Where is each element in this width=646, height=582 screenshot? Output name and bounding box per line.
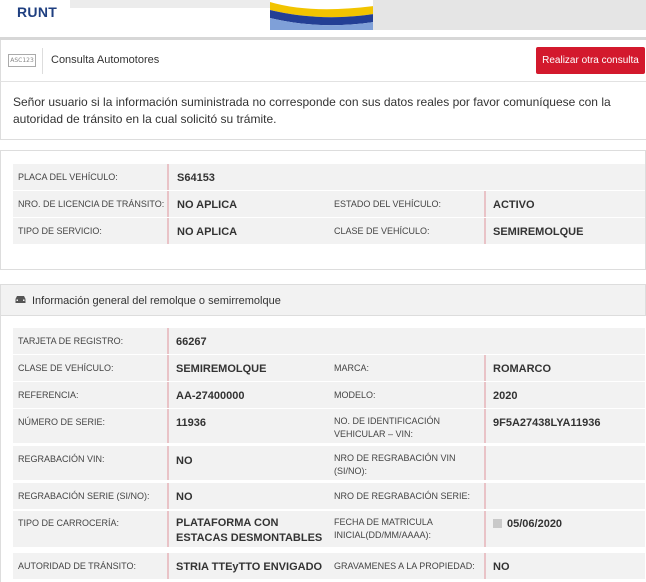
banner-gray-area	[373, 0, 646, 30]
remolque-section-header[interactable]: Información general del remolque o semir…	[0, 284, 646, 316]
row-serie-vin: NÚMERO DE SERIE: 11936 NO. DE IDENTIFICA…	[13, 409, 645, 443]
value-divider	[484, 355, 486, 381]
licencia-value: NO APLICA	[177, 199, 238, 211]
vin-value: 9F5A27438LYA11936	[493, 417, 601, 429]
value-divider	[167, 164, 169, 190]
value-divider	[167, 191, 169, 217]
value-divider	[484, 511, 486, 547]
referencia-label: REFERENCIA:	[18, 390, 79, 400]
row-autoridad-gravamenes: AUTORIDAD DE TRÁNSITO: STRIA TTEyTTO ENV…	[13, 553, 645, 579]
autoridad-label: AUTORIDAD DE TRÁNSITO:	[18, 561, 137, 571]
value-divider	[484, 553, 486, 579]
row-licencia: NRO. DE LICENCIA DE TRÁNSITO: NO APLICA …	[13, 191, 645, 217]
row-tarjeta: TARJETA DE REGISTRO: 66267	[13, 328, 645, 354]
fecha-label-line2: INICIAL(DD/MM/AAAA):	[334, 530, 432, 540]
banner-image	[70, 0, 270, 8]
estado-value: ACTIVO	[493, 199, 535, 211]
value-divider	[484, 218, 486, 244]
value-divider	[167, 218, 169, 244]
header-divider	[42, 48, 43, 74]
flag-wave-graphic	[270, 0, 374, 30]
fecha-label-line1: FECHA DE MATRICULA	[334, 517, 433, 527]
regrab-vin-label: REGRABACIÓN VIN:	[18, 454, 105, 464]
referencia-value: AA-27400000	[176, 390, 245, 402]
value-divider	[167, 483, 169, 509]
value-divider	[484, 446, 486, 480]
servicio-label: TIPO DE SERVICIO:	[18, 226, 102, 236]
vin-label-line1: NO. DE IDENTIFICACIÓN	[334, 416, 441, 426]
clase-value: SEMIREMOLQUE	[176, 363, 267, 375]
modelo-value: 2020	[493, 390, 518, 402]
serie-label: NÚMERO DE SERIE:	[18, 417, 106, 427]
asc-badge-icon: ASC123	[8, 54, 36, 67]
gravamenes-value: NO	[493, 561, 510, 573]
nro-regrab-vin-label-line1: NRO DE REGRABACIÓN VIN	[334, 453, 456, 463]
regrab-vin-value: NO	[176, 455, 193, 467]
fecha-value: 05/06/2020	[507, 518, 563, 530]
value-divider	[167, 511, 169, 547]
nro-regrab-vin-label-line2: (SI/NO):	[334, 466, 367, 476]
car-icon	[15, 296, 26, 303]
placa-value: S64153	[177, 172, 215, 184]
row-clase-marca: CLASE DE VEHÍCULO: SEMIREMOLQUE MARCA: R…	[13, 355, 645, 381]
licencia-label: NRO. DE LICENCIA DE TRÁNSITO:	[18, 199, 165, 209]
row-regrabacion-serie: REGRABACIÓN SERIE (SI/NO): NO NRO DE REG…	[13, 483, 645, 509]
regrab-serie-value: NO	[176, 491, 193, 503]
value-divider	[484, 382, 486, 408]
top-banner: RUNT	[0, 0, 646, 38]
nro-regrab-serie-label: NRO DE REGRABACIÓN SERIE:	[334, 491, 471, 501]
placa-label: PLACA DEL VEHÍCULO:	[18, 172, 118, 182]
value-divider	[167, 328, 169, 354]
row-carroceria-fecha: TIPO DE CARROCERÍA: PLATAFORMA CON ESTAC…	[13, 511, 645, 547]
carroceria-value-line1: PLATAFORMA CON	[176, 517, 279, 529]
realizar-otra-consulta-button[interactable]: Realizar otra consulta	[536, 47, 645, 74]
calendar-icon	[493, 519, 502, 528]
row-placa: PLACA DEL VEHÍCULO: S64153	[13, 164, 645, 190]
row-referencia-modelo: REFERENCIA: AA-27400000 MODELO: 2020	[13, 382, 645, 408]
value-divider	[484, 409, 486, 443]
autoridad-value: STRIA TTEyTTO ENVIGADO	[176, 561, 323, 573]
estado-label: ESTADO DEL VEHÍCULO:	[334, 199, 442, 209]
page-title: Consulta Automotores	[51, 54, 160, 66]
servicio-value: NO APLICA	[177, 226, 238, 238]
value-divider	[167, 553, 169, 579]
remolque-details-section: TARJETA DE REGISTRO: 66267 CLASE DE VEHÍ…	[0, 316, 646, 582]
value-divider	[167, 409, 169, 443]
gravamenes-label: GRAVAMENES A LA PROPIEDAD:	[334, 561, 475, 571]
value-divider	[167, 355, 169, 381]
modelo-label: MODELO:	[334, 390, 376, 400]
value-divider	[484, 483, 486, 509]
row-regrabacion-vin: REGRABACIÓN VIN: NO NRO DE REGRABACIÓN V…	[13, 446, 645, 480]
runt-logo: RUNT	[17, 4, 58, 20]
carroceria-value-line2: ESTACAS DESMONTABLES	[176, 532, 323, 544]
tarjeta-label: TARJETA DE REGISTRO:	[18, 336, 124, 346]
clase-label: CLASE DE VEHÍCULO:	[334, 226, 430, 236]
regrab-serie-label: REGRABACIÓN SERIE (SI/NO):	[18, 491, 150, 501]
remolque-section-title: Información general del remolque o semir…	[32, 295, 281, 307]
notice-message: Señor usuario si la información suminist…	[0, 82, 646, 140]
carroceria-label: TIPO DE CARROCERÍA:	[18, 518, 120, 528]
value-divider	[167, 382, 169, 408]
serie-value: 11936	[176, 417, 206, 429]
marca-value: ROMARCO	[493, 363, 552, 375]
vehicle-summary-section: PLACA DEL VEHÍCULO: S64153 NRO. DE LICEN…	[0, 150, 646, 270]
value-divider	[484, 191, 486, 217]
clase-label: CLASE DE VEHÍCULO:	[18, 363, 114, 373]
marca-label: MARCA:	[334, 363, 370, 373]
vin-label-line2: VEHICULAR – VIN:	[334, 429, 414, 439]
clase-value: SEMIREMOLQUE	[493, 226, 584, 238]
value-divider	[167, 446, 169, 480]
tarjeta-value: 66267	[176, 336, 207, 348]
row-servicio: TIPO DE SERVICIO: NO APLICA CLASE DE VEH…	[13, 218, 645, 244]
